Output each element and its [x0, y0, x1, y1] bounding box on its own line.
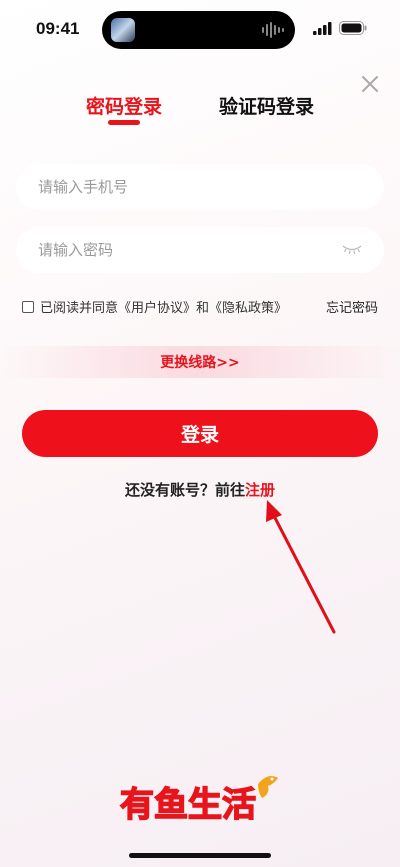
home-indicator [129, 853, 271, 858]
logo-text: 有鱼生活 [120, 785, 256, 825]
fish-logo-icon: 有鱼生活 [119, 776, 278, 826]
annotation-arrow [266, 500, 336, 634]
